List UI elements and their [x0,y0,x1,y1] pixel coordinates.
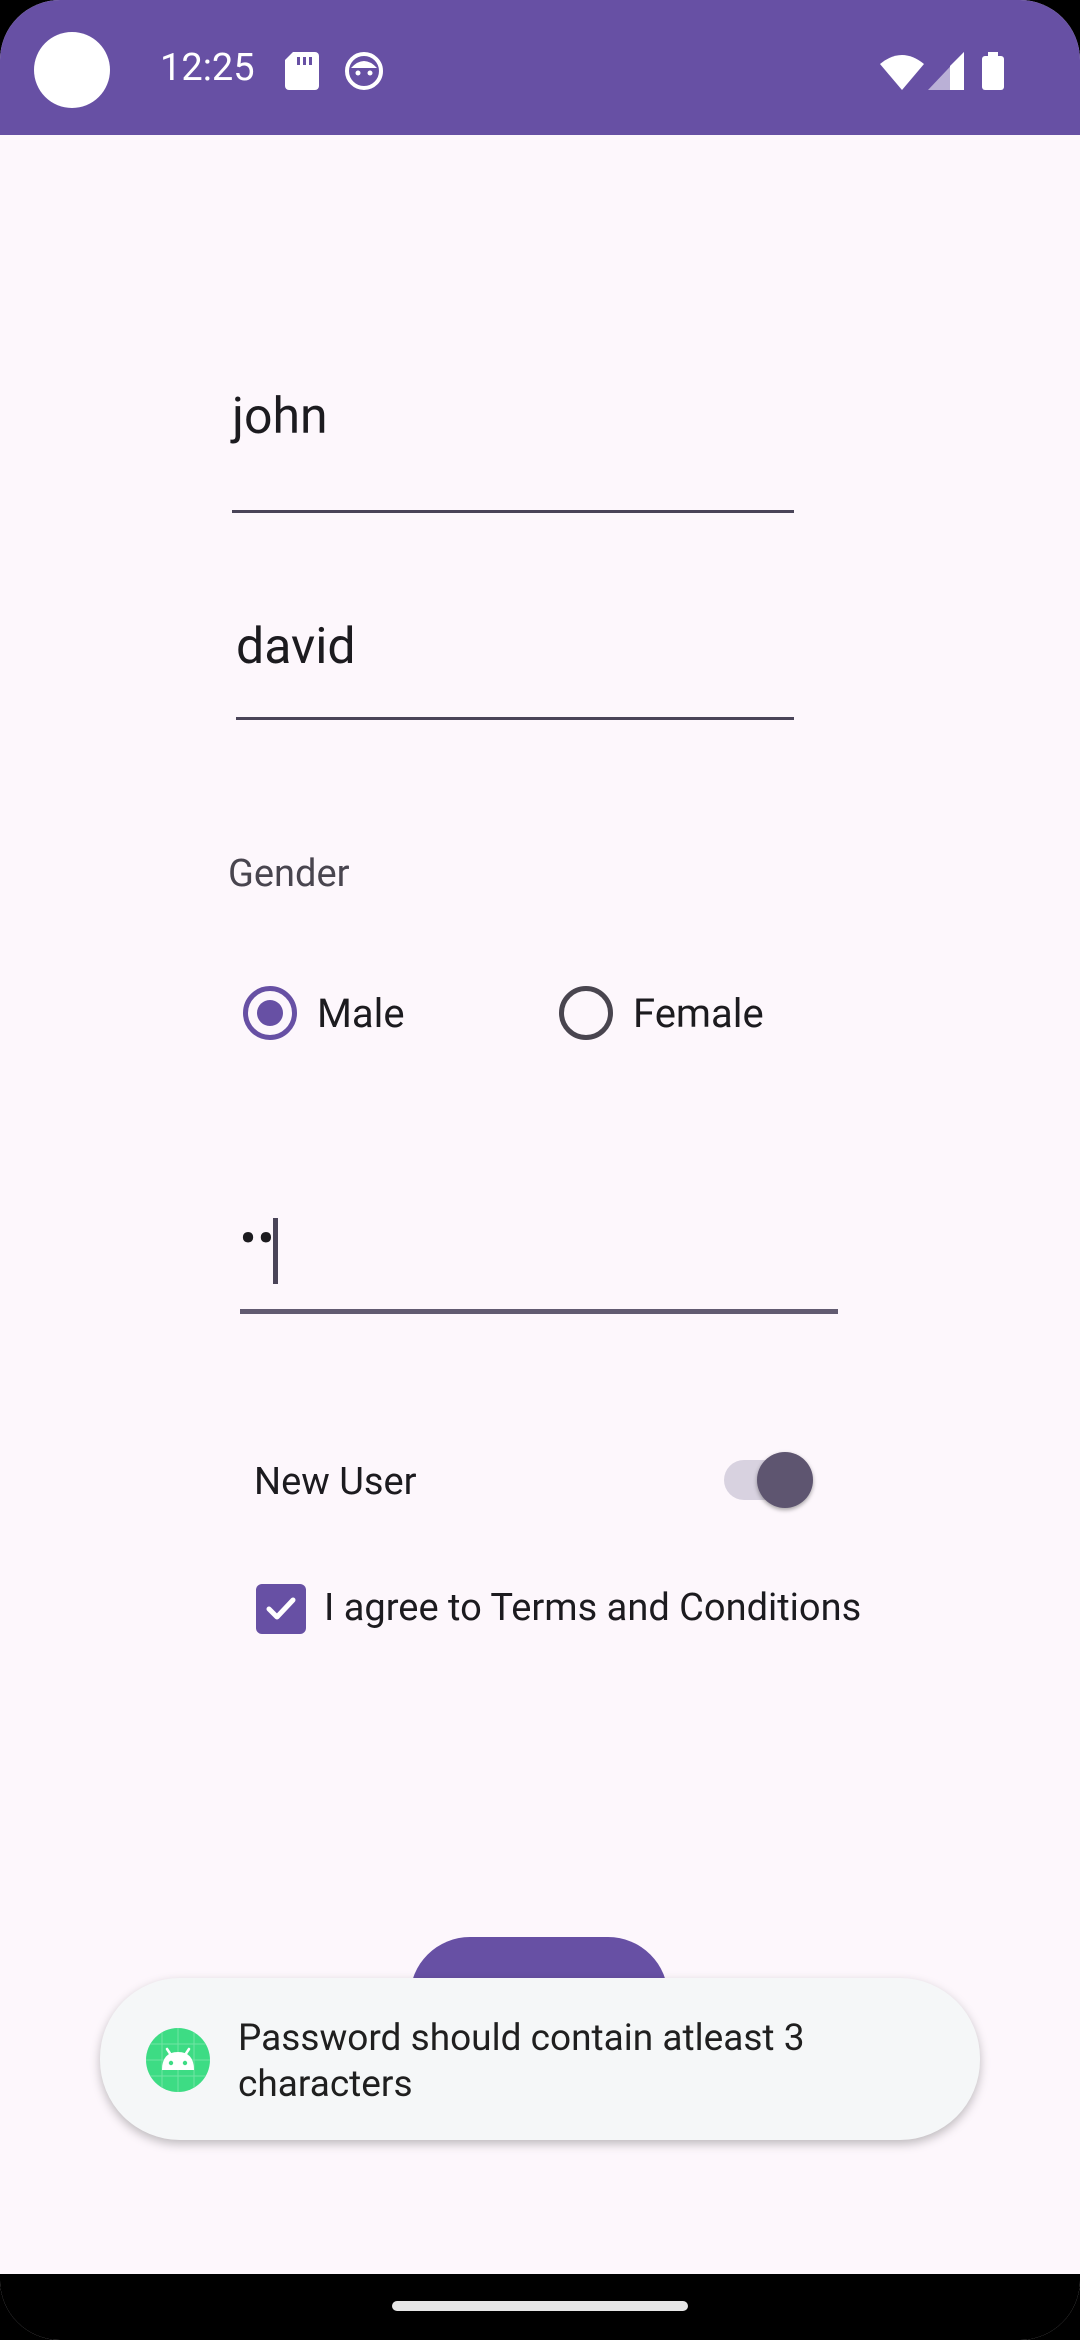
status-bar: 12:25 [0,0,1080,135]
radio-female-circle[interactable] [559,986,613,1040]
radio-female[interactable]: Female [559,986,764,1040]
home-indicator[interactable] [392,2301,688,2311]
camera-cutout [34,32,110,108]
new-user-label: New User [254,1460,417,1504]
radio-female-label: Female [633,989,764,1037]
android-icon [146,2028,210,2092]
sd-card-icon [285,52,319,90]
check-icon [266,1597,296,1620]
signal-icon [928,52,964,90]
status-time: 12:25 [160,46,255,90]
terms-checkbox[interactable] [256,1584,306,1634]
phone-screen: 12:25 john david Gender Male Female •• N… [0,0,1080,2340]
wifi-icon [880,55,924,90]
radio-male[interactable]: Male [243,986,405,1040]
toast-text: Password should contain atleast 3 charac… [238,2017,805,2106]
terms-label: I agree to Terms and Conditions [324,1586,862,1630]
new-user-switch-thumb[interactable] [757,1452,813,1508]
radio-male-label: Male [317,989,405,1037]
battery-icon [982,52,1004,90]
toast-message: Password should contain atleast 3 charac… [100,1978,980,2140]
radio-male-circle[interactable] [243,986,297,1040]
text-cursor [273,1218,278,1284]
last-name-field[interactable]: david [236,618,356,676]
first-name-field[interactable]: john [232,388,328,446]
first-name-underline [232,510,794,513]
face-icon [345,52,383,90]
password-field[interactable]: •• [240,1212,276,1264]
last-name-underline [236,717,794,720]
gender-label: Gender [228,852,350,896]
password-underline [240,1309,838,1314]
